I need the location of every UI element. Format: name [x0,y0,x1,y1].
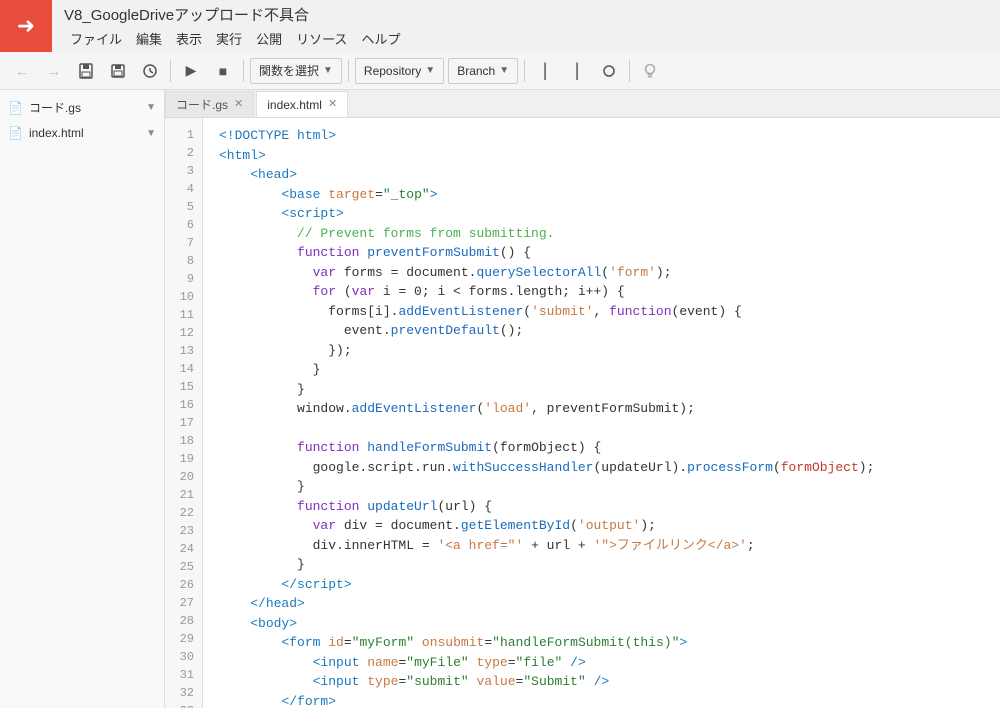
menu-view[interactable]: 表示 [170,28,208,49]
save-button[interactable] [72,57,100,85]
tab-index-html-close[interactable]: ✕ [328,99,337,110]
lightbulb-button[interactable] [636,57,664,85]
vcs-btn2[interactable]: | [563,57,591,85]
tab-index-html[interactable]: index.html ✕ [256,91,348,117]
sidebar-item-index-html[interactable]: 📄 index.html ▼ [0,121,164,145]
functions-arrow: ▼ [323,65,333,76]
titlebar: ➜ V8_GoogleDriveアップロード不具合 ファイル 編集 表示 実行 … [0,0,1000,52]
line-numbers: 12345 678910 1112131415 1617181920 21222… [165,118,203,708]
sep2 [243,60,244,82]
sidebar-item-code-gs[interactable]: 📄 コード.gs ▼ [0,94,164,121]
play-button[interactable]: ▶ [177,57,205,85]
sidebar-dropdown-arrow-1: ▼ [146,102,156,113]
menu-help[interactable]: ヘルプ [355,28,406,49]
repository-label: Repository [364,64,421,78]
code-content[interactable]: <!DOCTYPE html> <html> <head> <base targ… [203,118,1000,708]
menu-bar: ファイル 編集 表示 実行 公開 リソース ヘルプ [64,28,406,49]
repository-dropdown[interactable]: Repository ▼ [355,58,444,84]
tab-code-gs-label: コード.gs [176,96,228,113]
title-text-area: V8_GoogleDriveアップロード不具合 ファイル 編集 表示 実行 公開… [52,0,418,57]
redo-button[interactable]: → [40,57,68,85]
menu-run[interactable]: 実行 [210,28,248,49]
branch-label: Branch [457,64,495,78]
menu-publish[interactable]: 公開 [250,28,288,49]
clock-button[interactable] [136,57,164,85]
undo-button[interactable]: ← [8,57,36,85]
vcs-circle[interactable] [595,57,623,85]
functions-dropdown[interactable]: 関数を選択 ▼ [250,58,342,84]
tab-bar: コード.gs ✕ index.html ✕ [165,90,1000,118]
tab-code-gs-close[interactable]: ✕ [234,99,243,110]
sep1 [170,60,171,82]
stop-button[interactable]: ■ [209,57,237,85]
tab-code-gs[interactable]: コード.gs ✕ [165,91,254,117]
repository-arrow: ▼ [425,65,435,76]
editor-container: 📄 コード.gs ▼ 📄 index.html ▼ コード.gs ✕ index… [0,90,1000,708]
functions-label: 関数を選択 [259,62,319,79]
menu-resources[interactable]: リソース [290,28,353,49]
toolbar: ← → ▶ ■ 関数を選択 ▼ Repository ▼ Branch ▼ | … [0,52,1000,90]
sidebar-file-name-2: index.html [29,126,140,140]
file-icon-2: 📄 [8,126,23,140]
sep5 [629,60,630,82]
file-icon: 📄 [8,101,23,115]
sidebar: 📄 コード.gs ▼ 📄 index.html ▼ [0,90,165,708]
logo-area: ➜ [0,0,52,52]
branch-dropdown[interactable]: Branch ▼ [448,58,518,84]
code-area[interactable]: 12345 678910 1112131415 1617181920 21222… [165,118,1000,708]
sep3 [348,60,349,82]
app-title: V8_GoogleDriveアップロード不具合 [64,4,406,25]
sidebar-dropdown-arrow-2: ▼ [146,128,156,139]
menu-edit[interactable]: 編集 [130,28,168,49]
sidebar-file-name-1: コード.gs [29,99,140,116]
tab-index-html-label: index.html [267,98,322,112]
menu-file[interactable]: ファイル [64,28,128,49]
main-editor: コード.gs ✕ index.html ✕ 12345 678910 11121… [165,90,1000,708]
save-disk-button[interactable] [104,57,132,85]
sep4 [524,60,525,82]
branch-arrow: ▼ [499,65,509,76]
logo-icon: ➜ [17,13,35,39]
vcs-btn1[interactable]: | [531,57,559,85]
